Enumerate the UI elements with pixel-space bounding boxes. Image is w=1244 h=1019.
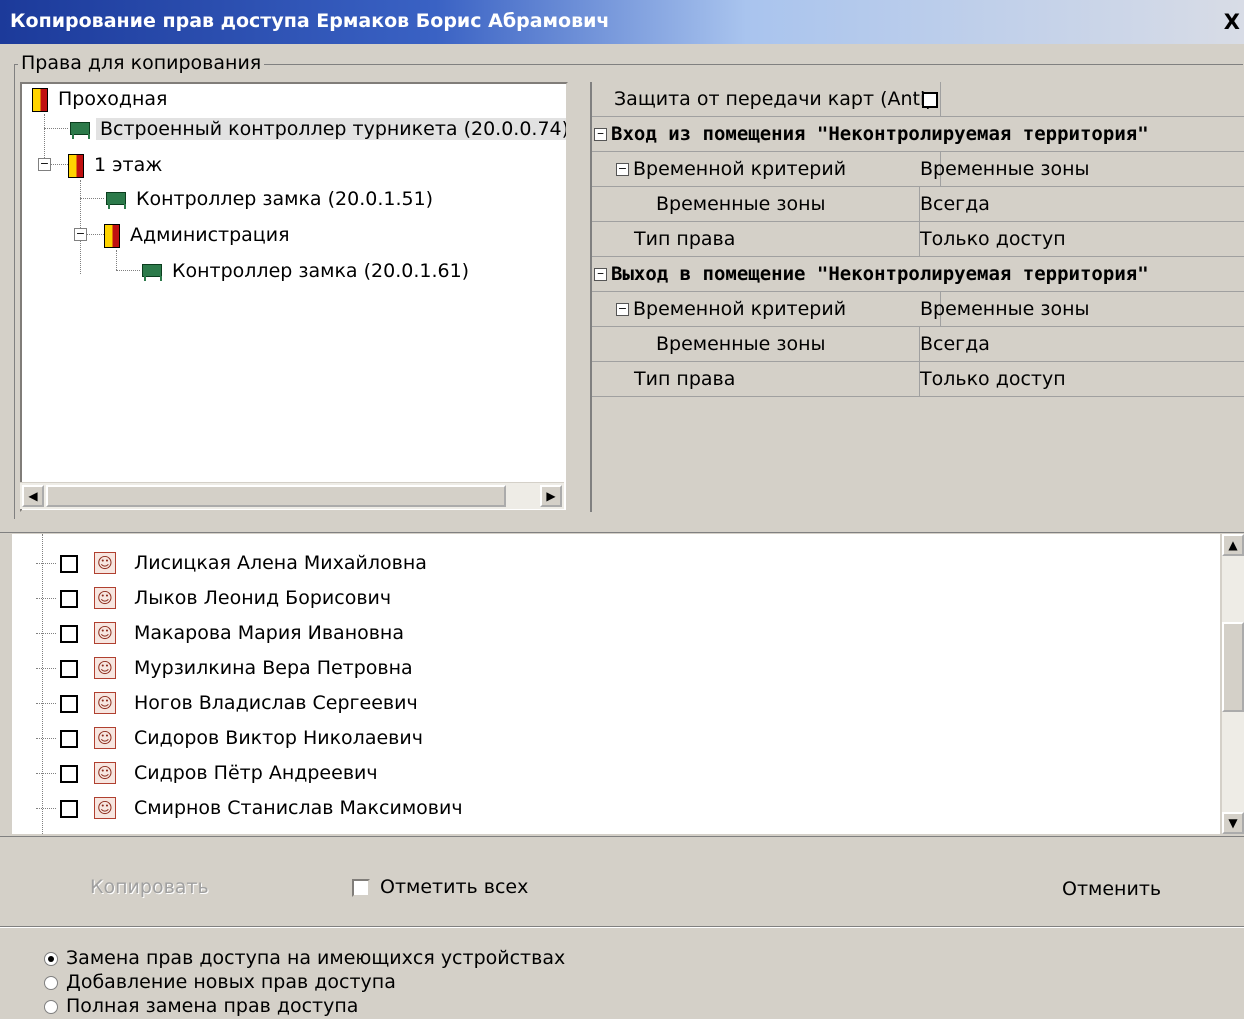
employee-checkbox[interactable] xyxy=(60,590,78,608)
employee-checkbox[interactable] xyxy=(60,625,78,643)
collapse-icon[interactable]: − xyxy=(38,158,51,171)
prop-row-right-type[interactable]: Тип права Только доступ xyxy=(592,222,1244,257)
tree-node-lock-controller-51[interactable]: Контроллер замка (20.0.1.51) xyxy=(104,184,437,214)
scroll-right-icon[interactable]: ▶ xyxy=(540,485,562,507)
prop-row-time-criterion[interactable]: − Временной критерий Временные зоны xyxy=(592,152,1244,187)
window-title: Копирование прав доступа Ермаков Борис А… xyxy=(10,10,610,32)
scroll-left-icon[interactable]: ◀ xyxy=(22,485,44,507)
prop-row-time-zones-2[interactable]: Временные зоны Всегда xyxy=(592,327,1244,362)
person-icon: ☺ xyxy=(94,692,116,714)
tree-node-turnstile-controller[interactable]: Встроенный контроллер турникета (20.0.0.… xyxy=(68,114,566,144)
select-all-box[interactable] xyxy=(352,878,370,897)
person-icon: ☺ xyxy=(94,552,116,574)
person-icon: ☺ xyxy=(94,762,116,784)
mode-replace-existing-radio[interactable]: Замена прав доступа на имеющихся устройс… xyxy=(44,946,565,970)
collapse-icon[interactable]: − xyxy=(594,268,607,281)
scroll-thumb[interactable] xyxy=(46,485,506,507)
employee-list-scrollbar[interactable]: ▲ ▼ xyxy=(1222,534,1244,834)
person-icon: ☺ xyxy=(94,727,116,749)
title-bar: Копирование прав доступа Ермаков Борис А… xyxy=(0,0,1244,44)
cancel-button[interactable]: Отменить xyxy=(1062,878,1161,900)
employee-list[interactable]: ☺ Лисицкая Алена Михайловна ☺ Лыков Леонид… xyxy=(12,534,1220,834)
employee-checkbox[interactable] xyxy=(60,695,78,713)
tree-node-administration[interactable]: Администрация xyxy=(104,220,294,250)
copy-button[interactable]: Копировать xyxy=(90,876,209,898)
scroll-thumb[interactable] xyxy=(1222,622,1244,712)
controller-icon xyxy=(104,190,126,210)
close-icon[interactable]: X xyxy=(1224,10,1240,34)
radio-selected-icon[interactable] xyxy=(44,951,58,966)
tree-node-floor-1[interactable]: 1 этаж xyxy=(68,150,166,180)
prop-section-exit[interactable]: − Выход в помещение "Неконтролируемая тер… xyxy=(592,257,1244,292)
prop-row-antipassback[interactable]: Защита от передачи карт (Antip xyxy=(592,82,1244,117)
employee-checkbox[interactable] xyxy=(60,765,78,783)
door-icon xyxy=(68,153,84,178)
scroll-down-icon[interactable]: ▼ xyxy=(1222,812,1244,834)
collapse-icon[interactable]: − xyxy=(616,303,629,316)
controller-icon xyxy=(140,262,162,282)
radio-icon[interactable] xyxy=(44,999,58,1014)
employee-checkbox[interactable] xyxy=(60,730,78,748)
employee-checkbox[interactable] xyxy=(60,660,78,678)
panel-splitter[interactable] xyxy=(0,520,1244,533)
tree-node-lock-controller-61[interactable]: Контроллер замка (20.0.1.61) xyxy=(140,256,473,286)
divider xyxy=(0,926,1244,928)
rights-group-label: Права для копирования xyxy=(18,52,265,74)
radio-icon[interactable] xyxy=(44,975,58,990)
antipassback-checkbox[interactable] xyxy=(922,91,938,108)
person-icon: ☺ xyxy=(94,657,116,679)
collapse-icon[interactable]: − xyxy=(594,128,607,141)
employee-checkbox[interactable] xyxy=(60,555,78,573)
select-all-checkbox[interactable]: Отметить всех xyxy=(352,876,528,898)
mode-full-replace-radio[interactable]: Полная замена прав доступа xyxy=(44,994,358,1018)
scroll-up-icon[interactable]: ▲ xyxy=(1222,534,1244,556)
tree-node-prokhodnaya[interactable]: Проходная xyxy=(32,84,171,114)
properties-grid: Защита от передачи карт (Antip − Вход из … xyxy=(590,82,1244,512)
prop-row-time-criterion-2[interactable]: − Временной критерий Временные зоны xyxy=(592,292,1244,327)
door-icon xyxy=(32,87,48,112)
prop-row-time-zones[interactable]: Временные зоны Всегда xyxy=(592,187,1244,222)
controller-icon xyxy=(68,120,90,140)
mode-add-new-radio[interactable]: Добавление новых прав доступа xyxy=(44,970,396,994)
person-icon: ☺ xyxy=(94,587,116,609)
person-icon: ☺ xyxy=(94,797,116,819)
tree-horizontal-scrollbar[interactable]: ◀ ▶ xyxy=(20,482,564,509)
collapse-icon[interactable]: − xyxy=(616,163,629,176)
employee-checkbox[interactable] xyxy=(60,800,78,818)
device-tree[interactable]: Проходная Встроенный контроллер турникет… xyxy=(20,82,568,512)
door-icon xyxy=(104,223,120,248)
collapse-icon[interactable]: − xyxy=(74,228,87,241)
person-icon: ☺ xyxy=(94,622,116,644)
prop-row-right-type-2[interactable]: Тип права Только доступ xyxy=(592,362,1244,397)
prop-section-entry[interactable]: − Вход из помещения "Неконтролируемая тер… xyxy=(592,117,1244,152)
